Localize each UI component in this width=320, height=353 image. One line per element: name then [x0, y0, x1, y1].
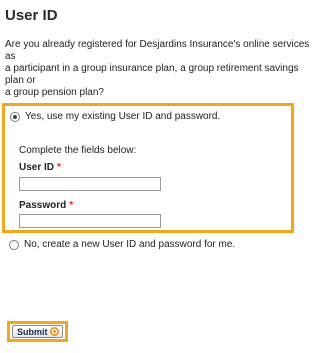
password-label-text: Password	[19, 200, 67, 211]
intro-line: plan or	[5, 75, 36, 86]
user-id-input[interactable]	[19, 177, 161, 191]
existing-account-radio[interactable]	[10, 112, 20, 122]
existing-account-label[interactable]: Yes, use my existing User ID and passwor…	[25, 111, 220, 123]
submit-label: Submit	[17, 326, 48, 337]
intro-question: Are you already registered for Desjardin…	[5, 39, 310, 99]
existing-account-panel: Yes, use my existing User ID and passwor…	[2, 103, 294, 233]
page-title: User ID	[5, 7, 58, 24]
user-id-label: User ID *	[19, 162, 61, 173]
submit-focus-frame: Submit	[7, 321, 68, 342]
intro-line: Are you already registered for Desjardin…	[5, 39, 310, 50]
password-label: Password *	[19, 200, 73, 211]
required-asterisk: *	[69, 200, 74, 211]
new-account-radio[interactable]	[9, 240, 19, 250]
fields-instructions: Complete the fields below:	[19, 145, 137, 156]
user-id-label-text: User ID	[19, 162, 55, 173]
intro-line: a participant in a group insurance plan,…	[5, 63, 299, 74]
submit-button[interactable]: Submit	[12, 325, 63, 338]
intro-line: as	[5, 51, 16, 62]
required-asterisk: *	[57, 162, 61, 173]
arrow-right-circle-icon	[50, 327, 59, 336]
password-input[interactable]	[19, 214, 161, 228]
new-account-label[interactable]: No, create a new User ID and password fo…	[24, 239, 235, 251]
intro-line: a group pension plan?	[5, 87, 104, 98]
